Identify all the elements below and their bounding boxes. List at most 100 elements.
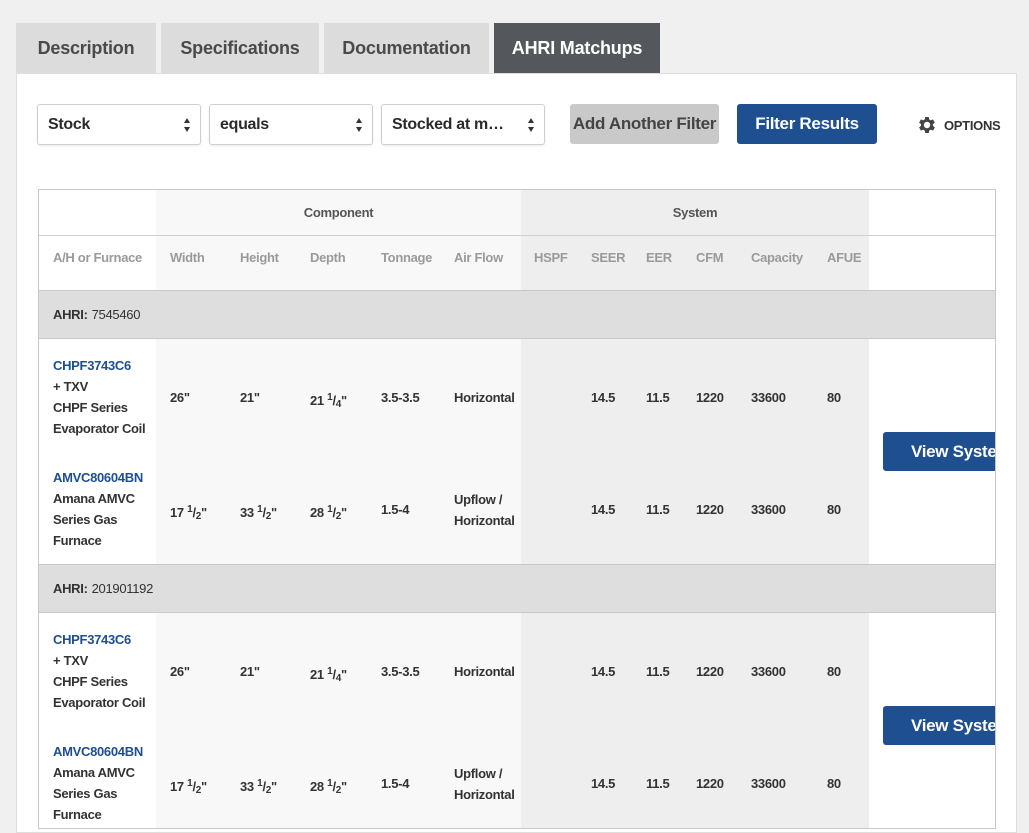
gear-icon: [919, 117, 935, 133]
filter-operator-select[interactable]: equals: [209, 104, 373, 145]
air-flow-text: Horizontal: [454, 513, 515, 528]
model-description: Furnace: [53, 807, 102, 822]
column-header-height: Height: [240, 250, 279, 265]
component-name-cell: CHPF3743C6 + TXV CHPF Series Evaporator Coi…: [53, 629, 146, 713]
select-arrows-icon: [184, 118, 190, 132]
cell-tonnage: 1.5-4: [381, 776, 410, 791]
cell-height: 21": [240, 661, 260, 682]
column-header-seer: SEER: [591, 250, 626, 265]
cell-capacity: 33600: [751, 664, 786, 679]
view-system-button[interactable]: View System: [883, 432, 995, 471]
select-arrows-icon: [356, 118, 362, 132]
model-description: CHPF Series: [53, 400, 128, 415]
model-link[interactable]: CHPF3743C6: [53, 629, 145, 650]
dimension-value: 26": [170, 664, 190, 679]
model-link[interactable]: AMVC80604BN: [53, 741, 143, 762]
dimension-value: 21 1/4": [310, 392, 347, 410]
dimension-value: 28 1/2": [310, 504, 347, 522]
cell-height: 33 1/2": [240, 773, 277, 801]
system-group-header: System: [672, 205, 718, 220]
column-header-afue: AFUE: [827, 250, 862, 265]
component-name-cell: CHPF3743C6 + TXV CHPF Series Evaporator Coi…: [53, 355, 146, 439]
cell-afue: 80: [827, 664, 841, 679]
air-flow-text: Horizontal: [454, 787, 515, 802]
cell-eer: 11.5: [646, 664, 670, 679]
cell-width: 17 1/2": [170, 773, 207, 801]
filter-value-select[interactable]: Stocked at my branc…: [381, 104, 545, 145]
cell-afue: 80: [827, 390, 841, 405]
cell-seer: 14.5: [591, 776, 616, 791]
model-description: Furnace: [53, 533, 102, 548]
filter-results-button[interactable]: Filter Results: [737, 104, 877, 144]
cell-eer: 11.5: [646, 776, 670, 791]
tab-specifications[interactable]: Specifications: [161, 23, 319, 73]
cell-depth: 28 1/2": [310, 773, 347, 801]
column-header-cfm: CFM: [696, 250, 724, 265]
model-description: CHPF Series: [53, 674, 128, 689]
cell-depth: 28 1/2": [310, 499, 347, 527]
dimension-value: 26": [170, 390, 190, 405]
tab-ahri-matchups[interactable]: AHRI Matchups: [494, 23, 660, 73]
tab-description[interactable]: Description: [16, 23, 156, 73]
column-header-eer: EER: [646, 250, 672, 265]
cell-tonnage: 3.5-3.5: [381, 390, 420, 405]
ahri-header: AHRI: 201901192: [39, 564, 995, 613]
cell-depth: 21 1/4": [310, 661, 347, 689]
ahri-matchups-table: Component System A/H or Furnace Width He…: [38, 189, 996, 829]
cell-seer: 14.5: [591, 502, 616, 517]
column-header-depth: Depth: [310, 250, 346, 265]
cell-depth: 21 1/4": [310, 387, 347, 415]
air-flow-text: Horizontal: [454, 390, 515, 405]
cell-cfm: 1220: [696, 502, 724, 517]
ahri-number: 201901192: [91, 581, 154, 596]
cell-eer: 11.5: [646, 502, 670, 517]
tab-documentation[interactable]: Documentation: [324, 23, 489, 73]
options-button[interactable]: OPTIONS: [916, 113, 1001, 137]
dimension-value: 21": [240, 664, 260, 679]
model-link[interactable]: AMVC80604BN: [53, 467, 143, 488]
component-group-header: Component: [303, 205, 374, 220]
model-description: Series Gas: [53, 786, 118, 801]
air-flow-text: Horizontal: [454, 664, 515, 679]
select-arrows-icon: [528, 118, 534, 132]
column-header-air-flow: Air Flow: [454, 250, 503, 265]
options-label: OPTIONS: [944, 117, 1001, 133]
model-description: Amana AMVC: [53, 765, 135, 780]
view-system-button[interactable]: View System: [883, 706, 995, 745]
model-description: Amana AMVC: [53, 491, 135, 506]
filter-field-value: Stock: [48, 115, 91, 133]
cell-cfm: 1220: [696, 390, 724, 405]
cell-afue: 80: [827, 502, 841, 517]
dimension-value: 33 1/2": [240, 504, 277, 522]
dimension-value: 28 1/2": [310, 778, 347, 796]
air-flow-text: Upflow /: [454, 766, 503, 781]
cell-width: 26": [170, 387, 190, 408]
cell-cfm: 1220: [696, 776, 724, 791]
cell-seer: 14.5: [591, 664, 616, 679]
dimension-value: 33 1/2": [240, 778, 277, 796]
ahri-label: AHRI:: [53, 307, 88, 322]
model-description: + TXV: [53, 379, 88, 394]
add-filter-button[interactable]: Add Another Filter: [570, 104, 719, 144]
model-link[interactable]: CHPF3743C6: [53, 355, 145, 376]
column-header-width: Width: [170, 250, 205, 265]
cell-capacity: 33600: [751, 390, 786, 405]
column-header-capacity: Capacity: [751, 250, 803, 265]
dimension-value: 17 1/2": [170, 504, 207, 522]
cell-width: 17 1/2": [170, 499, 207, 527]
ahri-group-body: CHPF3743C6 + TXV CHPF Series Evaporator Coi…: [39, 613, 995, 828]
cell-capacity: 33600: [751, 502, 786, 517]
filter-field-select[interactable]: Stock: [37, 104, 201, 145]
filter-operator-value: equals: [220, 115, 269, 133]
cell-air-flow: Horizontal: [454, 661, 515, 682]
cell-cfm: 1220: [696, 664, 724, 679]
cell-height: 21": [240, 387, 260, 408]
air-flow-text: Upflow /: [454, 492, 503, 507]
cell-tonnage: 3.5-3.5: [381, 664, 420, 679]
column-header-tonnage: Tonnage: [381, 250, 433, 265]
cell-air-flow: Upflow / Horizontal: [454, 763, 515, 805]
cell-height: 33 1/2": [240, 499, 277, 527]
column-header-hspf: HSPF: [534, 250, 568, 265]
model-description: Series Gas: [53, 512, 118, 527]
dimension-value: 21": [240, 390, 260, 405]
